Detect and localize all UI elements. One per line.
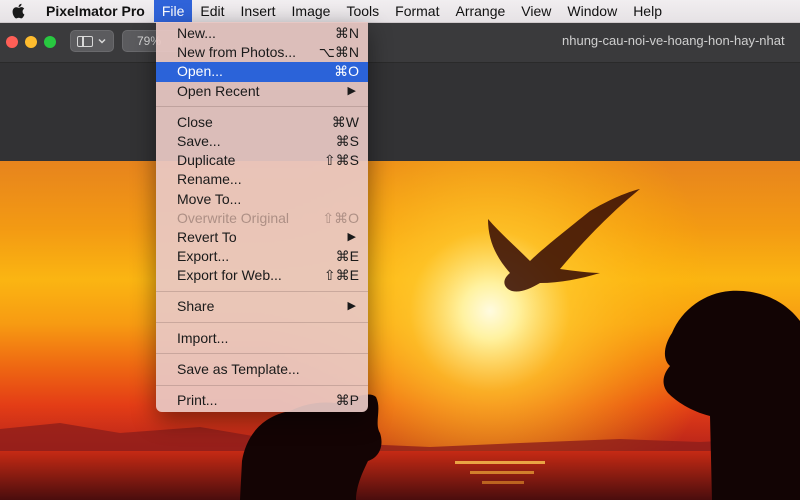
apple-icon [12, 3, 25, 19]
menu-item-label: Duplicate [177, 152, 236, 169]
menu-item-label: Revert To [177, 228, 237, 245]
menu-window[interactable]: Window [559, 0, 625, 22]
menu-view[interactable]: View [513, 0, 559, 22]
shortcut-label: ⇧⌘O [322, 209, 359, 226]
menu-separator [156, 348, 368, 360]
menu-image[interactable]: Image [284, 0, 339, 22]
file-menu-dropdown: New... ⌘N New from Photos... ⌥⌘N Open...… [156, 22, 368, 412]
menu-item-label: Move To... [177, 190, 242, 207]
menu-item-new-from-photos[interactable]: New from Photos... ⌥⌘N [156, 43, 368, 62]
window-minimize-button[interactable] [25, 36, 37, 48]
menu-item-open-recent[interactable]: Open Recent ▶ [156, 82, 368, 101]
document-title: nhung-cau-noi-ve-hoang-hon-hay-nhat [562, 33, 785, 48]
menu-item-label: Rename... [177, 171, 242, 188]
submenu-arrow-icon: ▶ [347, 230, 356, 243]
menu-item-new[interactable]: New... ⌘N [156, 24, 368, 43]
shortcut-label: ⇧⌘E [323, 267, 359, 284]
menu-help[interactable]: Help [625, 0, 670, 22]
menu-separator [156, 379, 368, 391]
menu-insert[interactable]: Insert [233, 0, 284, 22]
chevron-down-icon [98, 38, 106, 44]
window-close-button[interactable] [6, 36, 18, 48]
canvas-background [0, 63, 800, 161]
menu-item-label: Save... [177, 132, 221, 149]
shortcut-label: ⌘P [335, 392, 359, 408]
menu-item-duplicate[interactable]: Duplicate ⇧⌘S [156, 151, 368, 170]
shortcut-label: ⌘E [335, 248, 359, 265]
menu-item-overwrite-original: Overwrite Original ⇧⌘O [156, 209, 368, 228]
shortcut-label: ⌘W [331, 113, 359, 130]
submenu-arrow-icon: ▶ [347, 300, 356, 313]
menu-app-name[interactable]: Pixelmator Pro [36, 0, 154, 22]
menu-arrange[interactable]: Arrange [447, 0, 513, 22]
menu-separator [156, 285, 368, 297]
menu-item-export[interactable]: Export... ⌘E [156, 247, 368, 266]
menu-item-share[interactable]: Share ▶ [156, 297, 368, 316]
menu-separator [156, 101, 368, 113]
menu-separator [156, 317, 368, 329]
menu-format[interactable]: Format [387, 0, 447, 22]
window-zoom-button[interactable] [44, 36, 56, 48]
menu-item-save-as-template[interactable]: Save as Template... [156, 360, 368, 379]
menu-item-label: Open... [177, 63, 223, 80]
canvas-image[interactable] [0, 161, 800, 500]
shortcut-label: ⌥⌘N [318, 44, 359, 61]
submenu-arrow-icon: ▶ [347, 84, 356, 97]
menu-item-label: Save as Template... [177, 360, 300, 377]
sunset-photo-graphic [0, 161, 800, 500]
menu-item-label: Close [177, 113, 213, 130]
shortcut-label: ⌘S [335, 132, 359, 149]
menu-item-revert-to[interactable]: Revert To ▶ [156, 228, 368, 247]
apple-menu[interactable] [0, 0, 36, 22]
menu-item-label: Export... [177, 248, 230, 265]
menu-item-rename[interactable]: Rename... [156, 170, 368, 189]
menu-item-import[interactable]: Import... [156, 329, 368, 348]
shortcut-label: ⌘N [334, 25, 359, 41]
menu-item-label: New from Photos... [177, 44, 297, 61]
menu-item-label: Open Recent [177, 82, 260, 99]
menu-item-label: Overwrite Original [177, 209, 290, 226]
menu-item-move-to[interactable]: Move To... [156, 190, 368, 209]
menu-item-label: Export for Web... [177, 267, 282, 284]
sidebar-icon [77, 35, 93, 47]
menu-edit[interactable]: Edit [192, 0, 232, 22]
menu-item-open[interactable]: Open... ⌘O [156, 62, 368, 82]
shortcut-label: ⇧⌘S [323, 152, 359, 169]
menu-item-save[interactable]: Save... ⌘S [156, 132, 368, 151]
menu-item-export-for-web[interactable]: Export for Web... ⇧⌘E [156, 266, 368, 285]
menu-item-label: New... [177, 25, 216, 41]
menu-item-label: Print... [177, 392, 218, 408]
menu-item-print[interactable]: Print... ⌘P [156, 391, 368, 410]
menu-file[interactable]: File [153, 0, 193, 22]
menu-tools[interactable]: Tools [338, 0, 387, 22]
menu-item-label: Share [177, 298, 215, 315]
menu-bar: Pixelmator Pro File Edit Insert Image To… [0, 0, 800, 23]
shortcut-label: ⌘O [334, 63, 359, 80]
window-toolbar: 79% nhung-cau-noi-ve-hoang-hon-hay-nhat [0, 22, 800, 63]
sidebar-toggle-button[interactable] [70, 30, 114, 52]
menu-item-close[interactable]: Close ⌘W [156, 113, 368, 132]
menu-item-label: Import... [177, 329, 229, 346]
